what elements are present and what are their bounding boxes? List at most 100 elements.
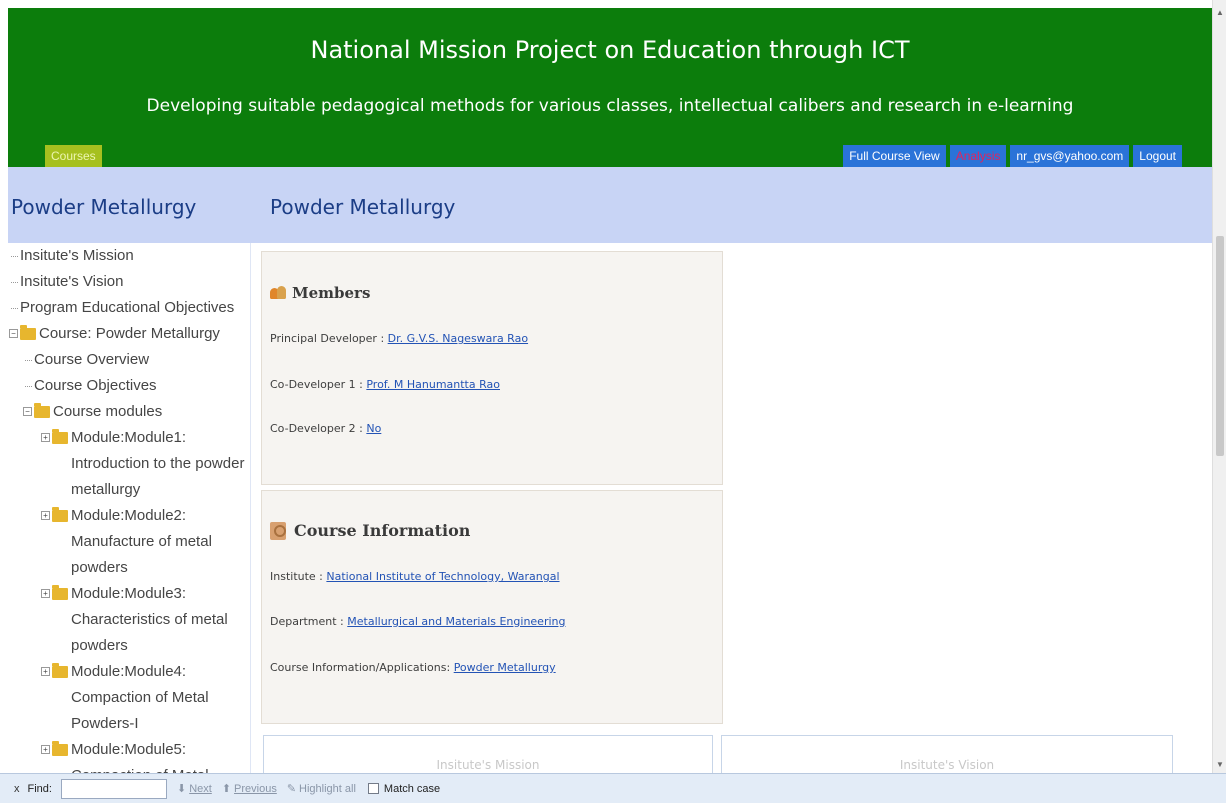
tree-connector: [11, 282, 18, 283]
tree-item-label: Course: Powder Metallurgy: [39, 325, 220, 342]
arrow-down-icon: ⬇: [176, 783, 187, 795]
top-nav: Full Course View Analysis nr_gvs@yahoo.c…: [843, 145, 1182, 167]
tree-item-program-objectives[interactable]: Program Educational Objectives: [11, 295, 250, 321]
highlight-all-label: Highlight all: [299, 782, 356, 795]
tree-connector: [25, 360, 32, 361]
course-information-heading: Course Information: [270, 521, 470, 540]
applications-link[interactable]: Powder Metallurgy: [454, 661, 556, 674]
tree-item-label: Insitute's Mission: [20, 247, 134, 264]
institute-mission-card: Insitute's Mission: [263, 735, 713, 775]
sidebar-title: Powder Metallurgy: [11, 195, 197, 219]
folder-icon: [52, 429, 68, 444]
logout-button[interactable]: Logout: [1133, 145, 1182, 167]
tree-item-mission[interactable]: Insitute's Mission: [11, 243, 250, 269]
tree-item-module3[interactable]: + Module:Module3: Characteristics of met…: [41, 581, 250, 659]
folder-open-icon: [20, 325, 36, 340]
tree-item-course-objectives[interactable]: Course Objectives: [25, 373, 250, 399]
scrollbar-thumb[interactable]: [1216, 236, 1224, 456]
collapse-icon[interactable]: −: [9, 329, 18, 338]
co-developer-1-row: Co-Developer 1 : Prof. M Hanumantta Rao: [270, 378, 500, 391]
tree-item-label: Course modules: [53, 403, 163, 420]
tree-item-module1[interactable]: + Module:Module1: Introduction to the po…: [41, 425, 250, 503]
scroll-up-icon[interactable]: ▲: [1216, 8, 1224, 17]
tree-connector: [25, 386, 32, 387]
folder-icon: [52, 585, 68, 600]
tree-connector: [11, 256, 18, 257]
expand-icon[interactable]: +: [41, 667, 50, 676]
principal-developer-link[interactable]: Dr. G.V.S. Nageswara Rao: [388, 332, 528, 345]
highlight-all-button[interactable]: ✎ Highlight all: [286, 782, 356, 796]
tree-item-module2[interactable]: + Module:Module2: Manufacture of metal p…: [41, 503, 250, 581]
applications-label: Course Information/Applications:: [270, 661, 454, 674]
principal-developer-label: Principal Developer :: [270, 332, 388, 345]
page-title: Powder Metallurgy: [270, 195, 456, 219]
co-developer-2-row: Co-Developer 2 : No: [270, 422, 381, 435]
tree-item-course-overview[interactable]: Course Overview: [25, 347, 250, 373]
tree-item-label: Module:Module5: Compaction of Metal: [71, 741, 209, 773]
nav-courses-tab[interactable]: Courses: [45, 145, 102, 167]
magnifier-icon: [270, 521, 286, 540]
user-email-link[interactable]: nr_gvs@yahoo.com: [1010, 145, 1130, 167]
tree-item-label: Module:Module4: Compaction of Metal Powd…: [71, 663, 209, 732]
institute-row: Institute : National Institute of Techno…: [270, 570, 560, 583]
analysis-button[interactable]: Analysis: [949, 145, 1007, 167]
full-course-view-button[interactable]: Full Course View: [843, 145, 946, 167]
close-find-bar-icon[interactable]: x: [14, 783, 20, 795]
main-content: Members Principal Developer : Dr. G.V.S.…: [250, 243, 1212, 775]
site-title: National Mission Project on Education th…: [310, 36, 910, 64]
department-link[interactable]: Metallurgical and Materials Engineering: [347, 615, 565, 628]
co-developer-1-link[interactable]: Prof. M Hanumantta Rao: [366, 378, 500, 391]
page-scrollbar[interactable]: ▲ ▼: [1212, 0, 1226, 773]
collapse-icon[interactable]: −: [23, 407, 32, 416]
match-case-label: Match case: [383, 782, 441, 795]
folder-open-icon: [34, 403, 50, 418]
tree-item-label: Module:Module3: Characteristics of metal…: [71, 585, 228, 654]
members-card: Members Principal Developer : Dr. G.V.S.…: [261, 251, 723, 485]
tree-item-module5[interactable]: + Module:Module5: Compaction of Metal: [41, 737, 250, 773]
folder-icon: [52, 741, 68, 756]
highlighter-icon: ✎: [286, 783, 297, 795]
co-developer-2-label: Co-Developer 2 :: [270, 422, 367, 435]
department-label: Department :: [270, 615, 348, 628]
course-tree: Insitute's Mission Insitute's Vision Pro…: [8, 243, 250, 773]
co-developer-2-link[interactable]: No: [366, 422, 381, 435]
find-next-button[interactable]: ⬇ Next: [176, 782, 212, 796]
co-developer-1-label: Co-Developer 1 :: [270, 378, 367, 391]
match-case-checkbox[interactable]: Match case: [367, 782, 441, 795]
find-next-label: Next: [189, 782, 212, 795]
find-input[interactable]: [60, 778, 167, 799]
folder-icon: [52, 507, 68, 522]
tree-item-module4[interactable]: + Module:Module4: Compaction of Metal Po…: [41, 659, 250, 737]
tree-item-label: Insitute's Vision: [20, 273, 124, 290]
tree-item-course[interactable]: − Course: Powder Metallurgy: [9, 321, 250, 347]
folder-icon: [52, 663, 68, 678]
expand-icon[interactable]: +: [41, 433, 50, 442]
sidebar-header: Powder Metallurgy: [8, 167, 250, 243]
tree-item-course-modules[interactable]: − Course modules: [23, 399, 250, 425]
find-previous-button[interactable]: ⬆ Previous: [221, 782, 277, 796]
tree-item-vision[interactable]: Insitute's Vision: [11, 269, 250, 295]
main-header: Powder Metallurgy: [250, 167, 1212, 243]
site-header: National Mission Project on Education th…: [8, 8, 1212, 167]
expand-icon[interactable]: +: [41, 589, 50, 598]
institute-mission-title: Insitute's Mission: [436, 758, 540, 772]
find-previous-label: Previous: [234, 782, 277, 795]
tree-item-label: Module:Module1: Introduction to the powd…: [71, 429, 245, 498]
department-row: Department : Metallurgical and Materials…: [270, 615, 565, 628]
tree-connector: [11, 308, 18, 309]
expand-icon[interactable]: +: [41, 511, 50, 520]
tree-item-label: Program Educational Objectives: [20, 299, 235, 316]
find-bar: x Find: ⬇ Next ⬆ Previous ✎ Highlight al…: [0, 773, 1226, 803]
checkbox-icon: [367, 783, 379, 794]
members-heading: Members: [270, 284, 370, 302]
course-information-card: Course Information Institute : National …: [261, 490, 723, 724]
arrow-up-icon: ⬆: [221, 783, 232, 795]
expand-icon[interactable]: +: [41, 745, 50, 754]
scroll-down-icon[interactable]: ▼: [1216, 760, 1224, 769]
find-label: Find:: [27, 782, 52, 795]
principal-developer-row: Principal Developer : Dr. G.V.S. Nageswa…: [270, 332, 528, 345]
tree-item-label: Course Overview: [34, 351, 150, 368]
institute-link[interactable]: National Institute of Technology, Warang…: [326, 570, 559, 583]
tree-item-label: Module:Module2: Manufacture of metal pow…: [71, 507, 212, 576]
institute-vision-title: Insitute's Vision: [899, 758, 995, 772]
